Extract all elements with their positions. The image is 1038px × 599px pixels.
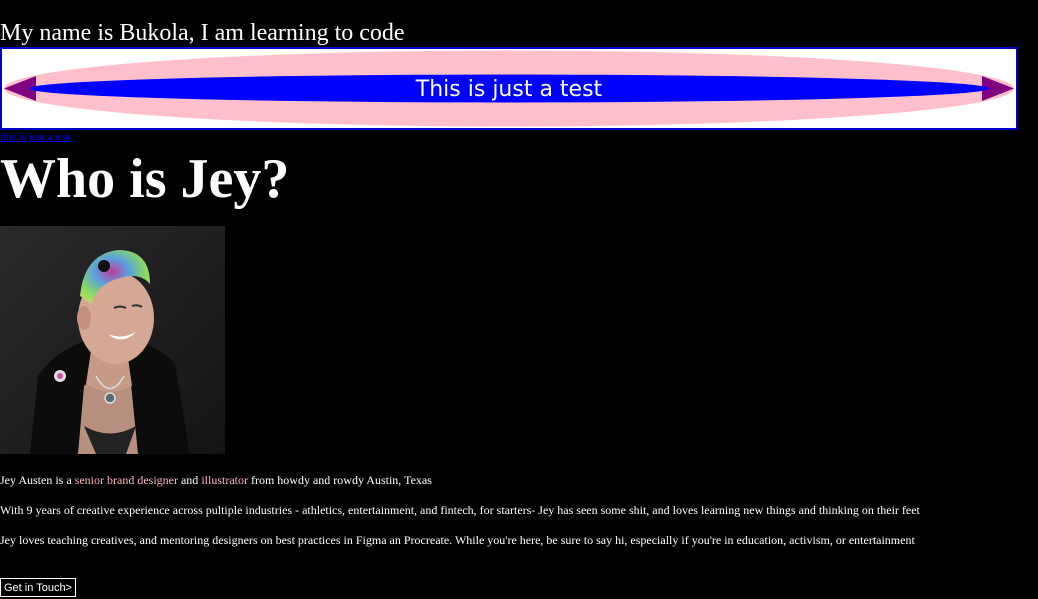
bio-paragraph-1: Jey Austen is a senior brand designer an…	[0, 472, 432, 488]
bio-p1-middle: and	[177, 473, 202, 487]
test-banner: This is just a test	[0, 47, 1018, 130]
senior-brand-designer-highlight: senior brand designer	[74, 473, 178, 487]
intro-text: My name is Bukola, I am learning to code	[0, 20, 405, 46]
illustrator-highlight: illustrator	[201, 473, 248, 487]
banner-text: This is just a test	[415, 77, 603, 102]
bio-p1-after: from howdy and rowdy Austin, Texas	[247, 473, 432, 487]
portrait-illustration	[0, 226, 225, 454]
page: My name is Bukola, I am learning to code…	[0, 0, 1038, 599]
bio-paragraph-3: Jey loves teaching creatives, and mentor…	[0, 533, 915, 547]
page-title: Who is Jey?	[0, 148, 290, 210]
portrait-photo	[0, 226, 225, 454]
bio-p1-before: Jey Austen is a	[0, 473, 75, 487]
get-in-touch-button[interactable]: Get in Touch>	[0, 578, 76, 597]
bio-paragraph-2: With 9 years of creative experience acro…	[0, 503, 920, 517]
